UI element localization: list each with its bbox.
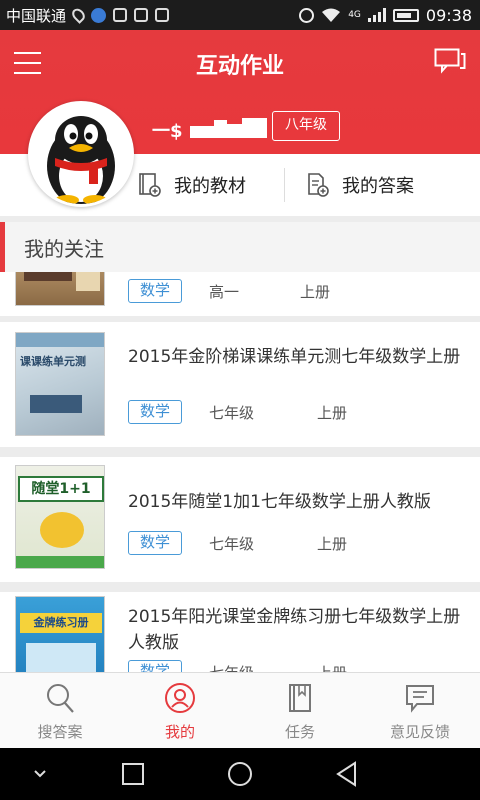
book-title: 2015年随堂1加1七年级数学上册人教版 — [128, 492, 431, 512]
grade-label: 高一 — [209, 283, 240, 301]
cover-title: 随堂1+1 — [18, 476, 104, 502]
book-title: 2015年金阶梯课课练单元测七年级数学上册 — [128, 347, 461, 367]
term-label: 上册 — [317, 404, 348, 422]
tab-label: 任务 — [284, 723, 315, 741]
term-label: 上册 — [317, 662, 347, 672]
tab-label: 我的 — [164, 723, 195, 741]
tab-feedback[interactable]: 意见反馈 — [360, 673, 480, 748]
subject-tag: 数学 — [128, 531, 182, 555]
cover-title: 金牌练习册 — [20, 613, 102, 633]
tab-label: 搜答案 — [37, 723, 83, 741]
textbook-icon — [139, 173, 161, 197]
network-type-label: 4G — [348, 10, 361, 20]
bottom-navigation: 搜答案 我的 任务 意见反馈 — [0, 672, 480, 748]
avatar[interactable] — [28, 101, 134, 207]
book-task-icon — [289, 684, 311, 712]
book-cover-image — [15, 272, 105, 306]
download-notification-icon — [113, 8, 128, 22]
location-icon — [69, 6, 88, 24]
back-icon[interactable] — [333, 760, 361, 788]
penguin-avatar-icon — [47, 116, 115, 204]
section-accent-bar — [0, 222, 5, 272]
book-cover-image: 金牌练习册 — [15, 596, 105, 672]
feedback-icon — [406, 685, 434, 713]
home-icon[interactable] — [226, 760, 254, 788]
my-answers-label: 我的答案 — [342, 176, 414, 197]
action-divider — [284, 168, 285, 202]
bag-notification-icon — [155, 8, 170, 22]
book-title: 2015年阳光课堂金牌练习册七年级数学上册人教版 — [128, 607, 461, 653]
signal-icon — [367, 8, 386, 22]
book-list-item[interactable]: 数学 高一 上册 — [0, 272, 480, 316]
grade-label: 七年级 — [209, 404, 255, 422]
grade-label: 七年级 — [209, 662, 254, 672]
my-textbooks-button[interactable]: 我的教材 — [138, 154, 246, 216]
book-cover-image: 课课练单元测 — [15, 332, 105, 436]
answer-sheet-icon — [308, 173, 329, 197]
book-list[interactable]: 数学 高一 上册 课课练单元测 2015年金阶梯课课练单元测七年级数学上册 数学… — [0, 272, 480, 672]
my-answers-button[interactable]: 我的答案 — [306, 154, 414, 216]
term-label: 上册 — [300, 283, 331, 301]
app-screen: 中国联通 4G 09:38 互动作业 一$ 八年级 我的教材 我的答案 我的关注… — [0, 0, 480, 800]
recent-apps-icon[interactable] — [119, 760, 147, 788]
subject-tag: 数学 — [128, 400, 182, 424]
carrier-label: 中国联通 — [6, 6, 67, 25]
term-label: 上册 — [317, 535, 348, 553]
book-list-item[interactable]: 课课练单元测 2015年金阶梯课课练单元测七年级数学上册 数学 七年级 上册 — [0, 322, 480, 447]
status-bar: 中国联通 4G 09:38 — [0, 0, 480, 30]
message-icon[interactable] — [434, 48, 466, 74]
battery-icon — [392, 8, 419, 22]
username: 一$ — [152, 121, 183, 142]
chevron-down-icon[interactable] — [26, 760, 54, 788]
subject-tag: 数学 — [128, 279, 182, 303]
section-title: 我的关注 — [24, 237, 104, 261]
tab-profile[interactable]: 我的 — [120, 673, 240, 748]
tab-tasks[interactable]: 任务 — [240, 673, 360, 748]
book-list-item[interactable]: 随堂1+1 2015年随堂1加1七年级数学上册人教版 数学 七年级 上册 — [0, 457, 480, 582]
image-notification-icon — [134, 8, 149, 22]
clock-time: 09:38 — [425, 5, 472, 25]
page-title: 互动作业 — [195, 54, 284, 79]
alarm-icon — [299, 7, 315, 23]
app-notification-icon — [91, 7, 107, 23]
subject-tag: 数学 — [128, 660, 182, 672]
profile-icon — [165, 683, 195, 713]
grade-label: 七年级 — [209, 535, 255, 553]
my-textbooks-label: 我的教材 — [174, 176, 246, 197]
book-cover-image: 随堂1+1 — [15, 465, 105, 569]
book-list-item[interactable]: 金牌练习册 2015年阳光课堂金牌练习册七年级数学上册人教版 数学 七年级 上册 — [0, 592, 480, 672]
system-navigation-bar — [0, 748, 480, 800]
following-section-header: 我的关注 — [0, 222, 480, 272]
grade-badge[interactable]: 八年级 — [272, 111, 340, 141]
wifi-icon — [322, 8, 341, 22]
tab-search-answers[interactable]: 搜答案 — [0, 673, 120, 748]
cover-title: 课课练单元测 — [20, 355, 86, 368]
search-icon — [47, 684, 74, 713]
tab-label: 意见反馈 — [389, 723, 450, 741]
